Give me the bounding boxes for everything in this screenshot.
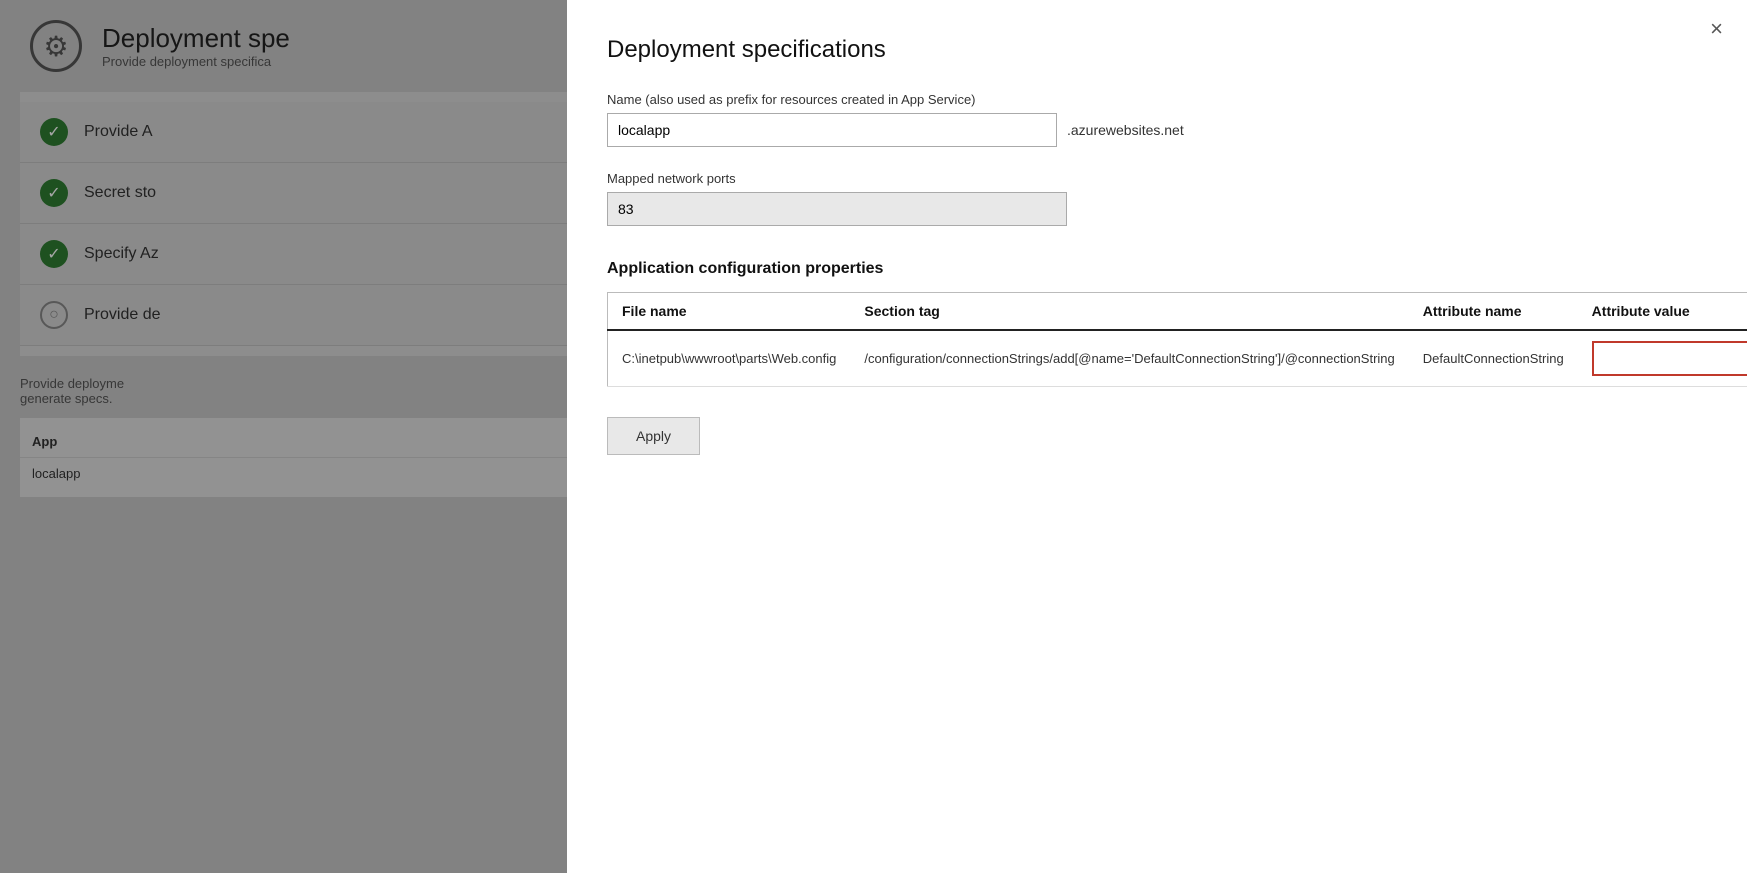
name-field-row: .azurewebsites.net xyxy=(607,113,1707,147)
apply-button[interactable]: Apply xyxy=(607,417,700,455)
close-button[interactable]: × xyxy=(1710,18,1723,40)
ports-field-row xyxy=(607,192,1707,226)
cell-attr-value xyxy=(1578,330,1747,387)
table-row: C:\inetpub\wwwroot\parts\Web.config /con… xyxy=(608,330,1747,387)
name-suffix: .azurewebsites.net xyxy=(1067,122,1184,138)
name-field-label: Name (also used as prefix for resources … xyxy=(607,92,1707,107)
config-table: File name Section tag Attribute name Att… xyxy=(607,292,1747,387)
attr-value-input[interactable] xyxy=(1592,341,1747,376)
modal-overlay: × Deployment specifications Name (also u… xyxy=(0,0,1747,873)
cell-attr-name: DefaultConnectionString xyxy=(1409,330,1578,387)
ports-input[interactable] xyxy=(607,192,1067,226)
col-section-tag: Section tag xyxy=(850,293,1408,331)
col-attr-value: Attribute value xyxy=(1578,293,1747,331)
config-section-title: Application configuration properties xyxy=(607,260,1707,278)
modal-title: Deployment specifications xyxy=(607,36,1707,64)
cell-file-name: C:\inetpub\wwwroot\parts\Web.config xyxy=(608,330,851,387)
name-input[interactable] xyxy=(607,113,1057,147)
config-section: Application configuration properties Fil… xyxy=(607,260,1707,417)
modal-dialog: × Deployment specifications Name (also u… xyxy=(567,0,1747,873)
config-table-header-row: File name Section tag Attribute name Att… xyxy=(608,293,1747,331)
col-file-name: File name xyxy=(608,293,851,331)
col-attr-name: Attribute name xyxy=(1409,293,1578,331)
cell-section-tag: /configuration/connectionStrings/add[@na… xyxy=(850,330,1408,387)
ports-field-label: Mapped network ports xyxy=(607,171,1707,186)
modal-footer: Apply xyxy=(607,417,1707,455)
